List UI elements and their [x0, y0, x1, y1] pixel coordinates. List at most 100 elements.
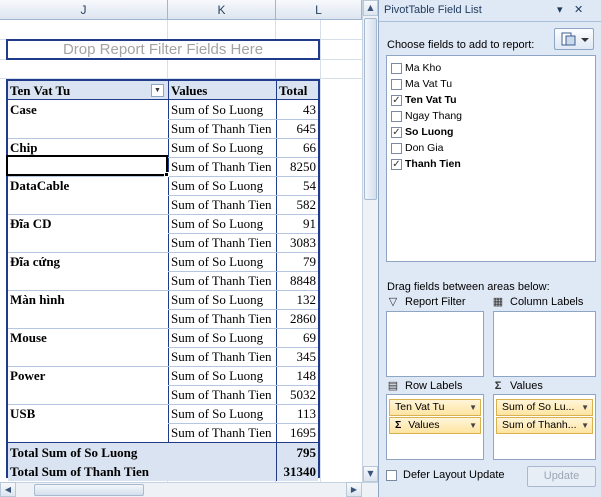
worksheet[interactable]: J K L Drop Report Filter Fields Here Ten…: [0, 0, 378, 497]
scroll-up-icon[interactable]: ▲: [363, 0, 378, 16]
column-header-l[interactable]: L: [276, 0, 362, 20]
column-header-k[interactable]: K: [168, 0, 276, 20]
pivot-value-label[interactable]: Sum of Thanh Tien: [168, 119, 276, 138]
pivot-total-cell[interactable]: 3083: [276, 233, 318, 252]
pivot-value-label[interactable]: Sum of So Luong: [168, 328, 276, 347]
fill-handle[interactable]: [164, 172, 169, 177]
value-field-pill-thanh-tien[interactable]: Sum of Thanh... ▼: [496, 417, 593, 434]
pivot-value-label[interactable]: Sum of Thanh Tien: [168, 423, 276, 442]
field-item[interactable]: Ma Kho: [391, 60, 441, 76]
pivot-row-label[interactable]: Màn hình: [8, 290, 168, 309]
vertical-scrollbar[interactable]: ▲ ▼: [362, 0, 378, 482]
value-field-pill-so-luong[interactable]: Sum of So Lu... ▼: [496, 399, 593, 416]
dropdown-arrow-icon[interactable]: ▼: [151, 84, 164, 97]
pivot-total-cell[interactable]: 91: [276, 214, 318, 233]
pivot-total-cell[interactable]: 8250: [276, 157, 318, 176]
pivot-total-cell[interactable]: 8848: [276, 271, 318, 290]
field-item[interactable]: ✓ So Luong: [391, 124, 453, 140]
dropdown-arrow-icon[interactable]: ▼: [469, 400, 477, 415]
pivot-header-values[interactable]: Values: [168, 81, 276, 100]
pivot-value-label[interactable]: Sum of Thanh Tien: [168, 271, 276, 290]
pivot-total-cell[interactable]: 1695: [276, 423, 318, 442]
pane-options-dropdown-icon[interactable]: ▾: [557, 3, 563, 17]
field-checkbox[interactable]: [391, 78, 402, 90]
field-list-box[interactable]: Ma Kho Ma Vat Tu ✓ Ten Vat Tu Ngay Thang ✓ So …: [386, 55, 596, 262]
field-checkbox[interactable]: ✓: [391, 126, 402, 138]
pivot-value-label[interactable]: Sum of So Luong: [168, 404, 276, 423]
values-drop-area[interactable]: Sum of So Lu... ▼ Sum of Thanh... ▼: [493, 394, 596, 460]
pivot-total-cell[interactable]: 113: [276, 404, 318, 423]
pivot-row-label[interactable]: Mouse: [8, 328, 168, 347]
pivot-value-label[interactable]: Sum of Thanh Tien: [168, 195, 276, 214]
pivot-value-label[interactable]: Sum of Thanh Tien: [168, 347, 276, 366]
pivot-header-name[interactable]: Ten Vat Tu ▼: [8, 81, 168, 100]
pivot-value-label[interactable]: Sum of So Luong: [168, 252, 276, 271]
pivot-header-total[interactable]: Total: [276, 81, 318, 100]
pivot-value-label[interactable]: Sum of So Luong: [168, 290, 276, 309]
pivot-value-label[interactable]: Sum of So Luong: [168, 176, 276, 195]
field-item[interactable]: Ngay Thang: [391, 108, 462, 124]
pivot-value-label[interactable]: Sum of Thanh Tien: [168, 385, 276, 404]
pivot-row-label[interactable]: [8, 309, 168, 328]
pivot-value-label[interactable]: Sum of So Luong: [168, 214, 276, 233]
pivot-total-cell[interactable]: 54: [276, 176, 318, 195]
pivot-row-label[interactable]: [8, 347, 168, 366]
pivot-row-label[interactable]: [8, 195, 168, 214]
pivot-total-cell[interactable]: 645: [276, 119, 318, 138]
active-cell-selection[interactable]: [6, 155, 168, 176]
update-button[interactable]: Update: [527, 466, 596, 487]
pivot-grand-total-value[interactable]: 31340: [276, 462, 318, 481]
pivot-value-label[interactable]: Sum of So Luong: [168, 366, 276, 385]
field-checkbox[interactable]: [391, 62, 402, 74]
row-field-pill-ten-vat-tu[interactable]: Ten Vat Tu ▼: [389, 399, 481, 416]
scroll-down-icon[interactable]: ▼: [363, 466, 378, 482]
field-item[interactable]: ✓ Thanh Tien: [391, 156, 461, 172]
field-checkbox[interactable]: ✓: [391, 94, 402, 106]
pivot-value-label[interactable]: Sum of So Luong: [168, 138, 276, 157]
field-checkbox[interactable]: [391, 110, 402, 122]
row-field-pill-values[interactable]: Σ Values ▼: [389, 417, 481, 434]
pivot-row-label[interactable]: Đĩa cứng: [8, 252, 168, 271]
defer-layout-update-row[interactable]: Defer Layout Update: [386, 469, 505, 481]
pivot-row-label[interactable]: Power: [8, 366, 168, 385]
row-labels-drop-area[interactable]: Ten Vat Tu ▼ Σ Values ▼: [386, 394, 484, 460]
pivot-row-label[interactable]: Case: [8, 100, 168, 119]
dropdown-arrow-icon[interactable]: ▼: [581, 418, 589, 433]
vertical-scroll-thumb[interactable]: [364, 18, 377, 200]
pivot-grand-total-value[interactable]: 795: [276, 443, 318, 462]
pivot-total-cell[interactable]: 2860: [276, 309, 318, 328]
column-labels-drop-area[interactable]: [493, 311, 596, 377]
drop-report-filter-zone[interactable]: Drop Report Filter Fields Here: [6, 39, 320, 60]
pivot-row-label[interactable]: [8, 423, 168, 442]
pivot-row-label[interactable]: [8, 233, 168, 252]
pivot-row-label[interactable]: USB: [8, 404, 168, 423]
close-icon[interactable]: ✕: [574, 3, 583, 17]
pivot-row-label[interactable]: [8, 385, 168, 404]
column-header-j[interactable]: J: [0, 0, 168, 20]
pivot-total-cell[interactable]: 5032: [276, 385, 318, 404]
pivot-row-label[interactable]: [8, 271, 168, 290]
dropdown-arrow-icon[interactable]: ▼: [581, 400, 589, 415]
pivot-value-label[interactable]: Sum of Thanh Tien: [168, 157, 276, 176]
layout-options-button[interactable]: [554, 28, 594, 50]
pivot-grand-total-label[interactable]: Total Sum of Thanh Tien: [10, 462, 270, 481]
defer-layout-checkbox[interactable]: [386, 469, 397, 481]
pivot-total-cell[interactable]: 43: [276, 100, 318, 119]
field-checkbox[interactable]: ✓: [391, 158, 402, 170]
report-filter-drop-area[interactable]: [386, 311, 484, 377]
pivot-table[interactable]: Ten Vat Tu ▼ Values Total Case Sum of So …: [6, 79, 320, 481]
pivot-row-label[interactable]: [8, 119, 168, 138]
pivot-total-cell[interactable]: 345: [276, 347, 318, 366]
pivot-field-list-pane[interactable]: PivotTable Field List ▾ ✕ Choose fields …: [378, 0, 601, 497]
dropdown-arrow-icon[interactable]: ▼: [469, 418, 477, 433]
field-checkbox[interactable]: [391, 142, 402, 154]
pivot-total-cell[interactable]: 132: [276, 290, 318, 309]
pivot-total-cell[interactable]: 66: [276, 138, 318, 157]
pivot-row-label[interactable]: Đĩa CD: [8, 214, 168, 233]
pivot-total-cell[interactable]: 69: [276, 328, 318, 347]
pivot-total-cell[interactable]: 79: [276, 252, 318, 271]
scroll-left-icon[interactable]: ◀: [0, 482, 16, 497]
pivot-total-cell[interactable]: 582: [276, 195, 318, 214]
pivot-row-label[interactable]: DataCable: [8, 176, 168, 195]
scroll-right-icon[interactable]: ▶: [346, 482, 362, 497]
